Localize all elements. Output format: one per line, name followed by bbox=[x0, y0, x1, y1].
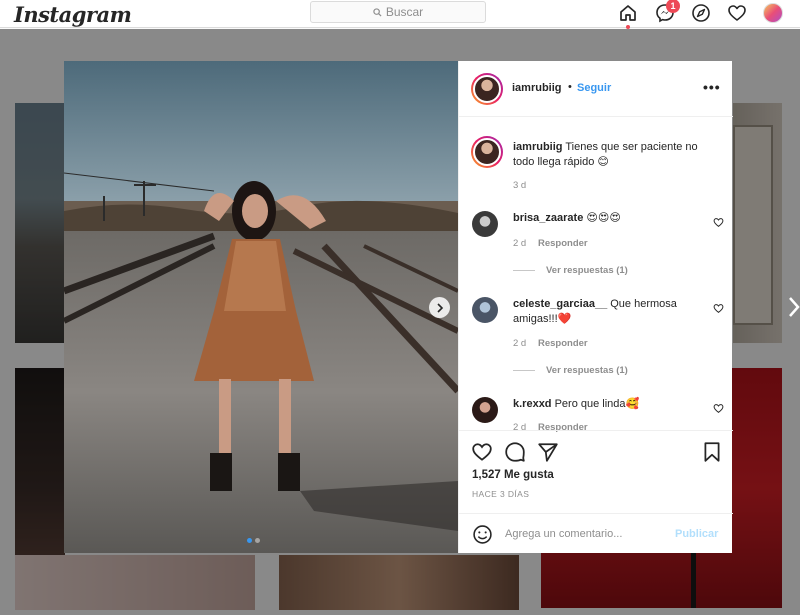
comment-username[interactable]: k.rexxd bbox=[513, 398, 552, 410]
carousel-dot bbox=[255, 538, 260, 543]
post-actions: 1,527 Me gusta HACE 3 DÍAS Agrega un com… bbox=[459, 430, 733, 553]
search-placeholder: Buscar bbox=[385, 5, 424, 19]
profile-avatar[interactable] bbox=[763, 3, 783, 23]
explore-icon[interactable] bbox=[690, 2, 712, 24]
chevron-right-icon[interactable] bbox=[788, 296, 800, 318]
share-icon[interactable] bbox=[537, 441, 559, 463]
caption-avatar[interactable] bbox=[471, 136, 503, 168]
comment-input[interactable]: Agrega un comentario... bbox=[505, 528, 622, 540]
caption-username[interactable]: iamrubiig bbox=[513, 141, 563, 153]
like-count[interactable]: 1,527 Me gusta bbox=[472, 469, 554, 481]
search-icon bbox=[373, 7, 382, 17]
add-comment-form: Agrega un comentario... Publicar bbox=[459, 513, 733, 554]
emoji-icon[interactable] bbox=[472, 524, 493, 545]
carousel-next-button[interactable] bbox=[429, 297, 450, 318]
post-header: iamrubiig • Seguir ••• bbox=[459, 61, 733, 117]
commenter-avatar[interactable] bbox=[472, 397, 498, 423]
commenter-avatar[interactable] bbox=[472, 297, 498, 323]
like-comment-heart-icon[interactable] bbox=[713, 403, 724, 414]
view-replies-button[interactable]: Ver respuestas (1) bbox=[546, 365, 628, 376]
post-details-panel: iamrubiig • Seguir ••• iamrubiig Tienes … bbox=[458, 61, 733, 553]
comment: k.rexxd Pero que linda🥰 bbox=[513, 397, 703, 412]
author-avatar[interactable] bbox=[471, 73, 503, 105]
replies-divider bbox=[513, 370, 535, 371]
search-input[interactable]: Buscar bbox=[310, 1, 486, 23]
comment: celeste_garciaa__ Que hermosa amigas!!!❤… bbox=[513, 297, 703, 327]
instagram-logo[interactable]: Instagram bbox=[14, 2, 132, 27]
reply-button[interactable]: Responder bbox=[538, 238, 588, 249]
comment-age: 2 d bbox=[513, 338, 527, 349]
follow-button[interactable]: Seguir bbox=[577, 82, 611, 94]
caption: iamrubiig Tienes que ser paciente no tod… bbox=[513, 140, 718, 170]
like-comment-heart-icon[interactable] bbox=[713, 303, 724, 314]
comment-age: 2 d bbox=[513, 238, 527, 249]
post-photo[interactable] bbox=[64, 61, 458, 553]
heart-icon[interactable] bbox=[726, 2, 748, 24]
comment: brisa_zaarate 😍😍😍 bbox=[513, 211, 703, 226]
author-username[interactable]: iamrubiig bbox=[512, 82, 562, 94]
like-comment-heart-icon[interactable] bbox=[713, 217, 724, 228]
chevron-right-icon bbox=[436, 302, 443, 313]
commenter-avatar[interactable] bbox=[472, 211, 498, 237]
comment-text: Pero que linda🥰 bbox=[554, 398, 640, 410]
view-replies-button[interactable]: Ver respuestas (1) bbox=[546, 265, 628, 276]
more-options-icon[interactable]: ••• bbox=[703, 79, 721, 95]
comment-icon[interactable] bbox=[504, 441, 526, 463]
separator-dot: • bbox=[568, 81, 572, 93]
carousel-dot-active bbox=[247, 538, 252, 543]
caption-age: 3 d bbox=[513, 180, 527, 191]
reply-button[interactable]: Responder bbox=[538, 338, 588, 349]
carousel-indicator bbox=[247, 538, 260, 543]
replies-divider bbox=[513, 270, 535, 271]
home-icon[interactable] bbox=[617, 2, 639, 24]
publish-button[interactable]: Publicar bbox=[675, 528, 718, 540]
like-heart-icon[interactable] bbox=[471, 441, 493, 463]
comment-username[interactable]: celeste_garciaa__ bbox=[513, 298, 607, 310]
comment-username[interactable]: brisa_zaarate bbox=[513, 212, 583, 224]
post-timestamp: HACE 3 DÍAS bbox=[472, 489, 530, 499]
comment-text: 😍😍😍 bbox=[586, 212, 621, 224]
top-bar: Instagram Buscar 1 bbox=[0, 0, 800, 29]
bookmark-icon[interactable] bbox=[701, 441, 723, 463]
notification-badge: 1 bbox=[666, 0, 680, 13]
